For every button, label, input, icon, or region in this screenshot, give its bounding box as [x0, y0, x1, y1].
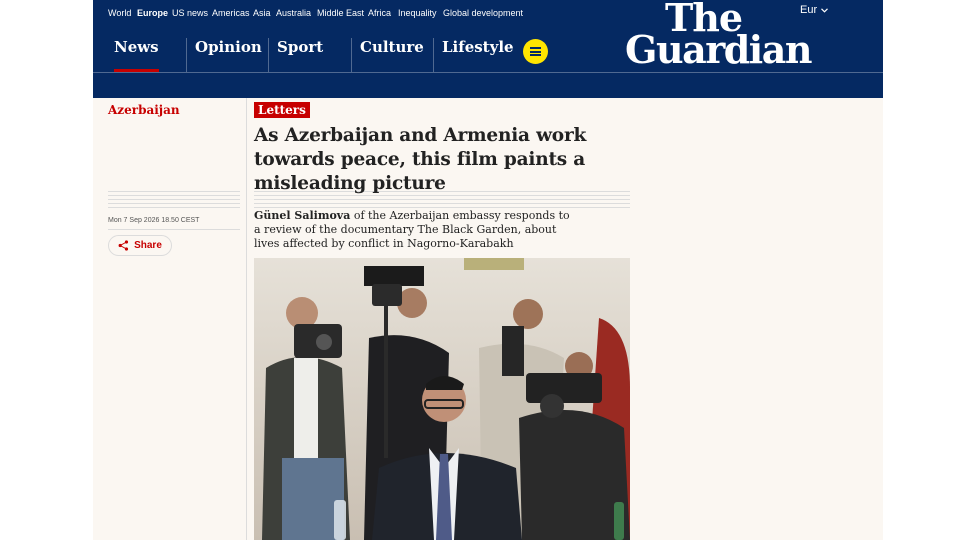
pillar-label: Sport: [277, 38, 324, 56]
author-link[interactable]: Günel Salimova: [254, 209, 350, 222]
subnav-item-middle-east[interactable]: Middle East: [317, 8, 364, 18]
share-icon: [118, 240, 129, 251]
pillar-label: News: [114, 38, 159, 56]
share-label: Share: [134, 240, 162, 251]
subnav-item-europe[interactable]: Europe: [137, 8, 168, 18]
subnav-item-americas[interactable]: Americas: [212, 8, 250, 18]
article-headline: As Azerbaijan and Armenia work towards p…: [254, 125, 587, 194]
article-main-image: [254, 258, 630, 540]
subnav-item-australia[interactable]: Australia: [276, 8, 311, 18]
pillar-news[interactable]: News: [100, 38, 159, 72]
subnav-item-africa[interactable]: Africa: [368, 8, 391, 18]
logo-line-guardian: Guardian: [625, 27, 812, 72]
pillar-lifestyle[interactable]: Lifestyle: [433, 38, 514, 72]
subnav-item-inequality[interactable]: Inequality: [398, 8, 437, 18]
share-button[interactable]: Share: [108, 235, 172, 256]
pillar-label: Lifestyle: [442, 38, 514, 56]
meta-divider: [108, 229, 240, 230]
press-photo-illustration: [254, 258, 630, 540]
left-rule-lines: [108, 191, 240, 209]
menu-button[interactable]: [523, 39, 548, 64]
subnav-item-us-news[interactable]: US news: [172, 8, 208, 18]
pillar-opinion[interactable]: Opinion: [186, 38, 262, 72]
subnav-item-world[interactable]: World: [108, 8, 131, 18]
pillar-label: Opinion: [195, 38, 262, 56]
left-meta-column: [100, 98, 247, 540]
pillar-sport[interactable]: Sport: [268, 38, 323, 72]
guardian-logo[interactable]: The Guardian: [625, 0, 825, 72]
subnav-item-global-development[interactable]: Global development: [443, 8, 523, 18]
standfirst: Günel Salimova of the Azerbaijan embassy…: [254, 209, 574, 251]
sub-navigation: [93, 72, 883, 98]
pillar-label: Culture: [360, 38, 424, 56]
dateline: Mon 7 Sep 2026 18.50 CEST: [108, 217, 200, 224]
section-tag[interactable]: Azerbaijan: [108, 103, 180, 117]
pillar-culture[interactable]: Culture: [351, 38, 424, 72]
hamburger-icon: [530, 47, 541, 56]
series-kicker[interactable]: Letters: [254, 102, 310, 118]
subnav-item-asia[interactable]: Asia: [253, 8, 271, 18]
